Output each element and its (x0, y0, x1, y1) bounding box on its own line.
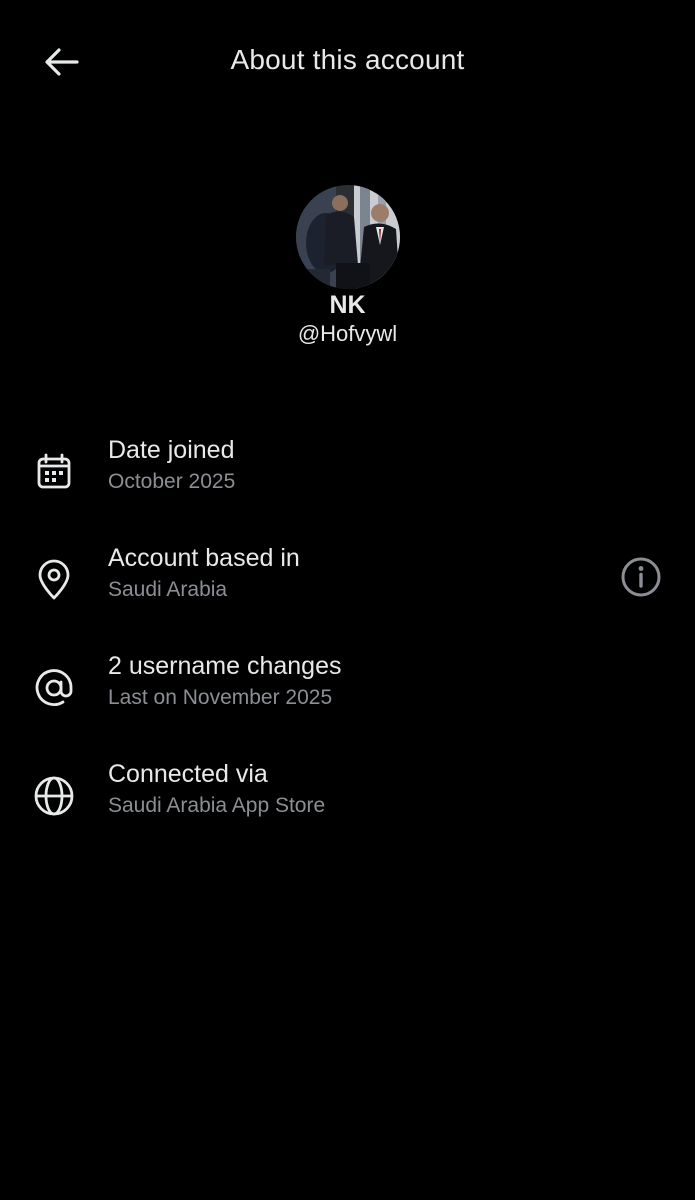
row-subtitle: Last on November 2025 (108, 686, 333, 709)
user-handle: @Hofvywl (297, 321, 398, 346)
display-name: NK (329, 291, 366, 319)
location-pin-icon (30, 556, 78, 604)
row-title: Connected via (108, 760, 268, 788)
info-row-username-changes: 2 username changes Last on November 2025 (0, 652, 695, 732)
row-subtitle: October 2025 (108, 470, 236, 493)
page-title: About this account (230, 44, 465, 75)
globe-icon (30, 772, 78, 820)
row-subtitle: Saudi Arabia App Store (108, 794, 326, 817)
info-row-connected-via: Connected via Saudi Arabia App Store (0, 760, 695, 840)
info-row-account-based-in: Account based in Saudi Arabia (0, 544, 695, 624)
header-bar: About this account (0, 0, 695, 124)
row-title: 2 username changes (108, 652, 342, 680)
calendar-icon (30, 448, 78, 496)
info-button[interactable] (616, 552, 666, 602)
row-title: Date joined (108, 436, 235, 464)
at-sign-icon (30, 664, 78, 712)
row-title: Account based in (108, 544, 300, 572)
avatar[interactable] (296, 185, 400, 289)
info-icon (621, 557, 661, 597)
info-row-date-joined: Date joined October 2025 (0, 436, 695, 516)
row-subtitle: Saudi Arabia (108, 578, 228, 601)
avatar-photo (296, 185, 400, 289)
